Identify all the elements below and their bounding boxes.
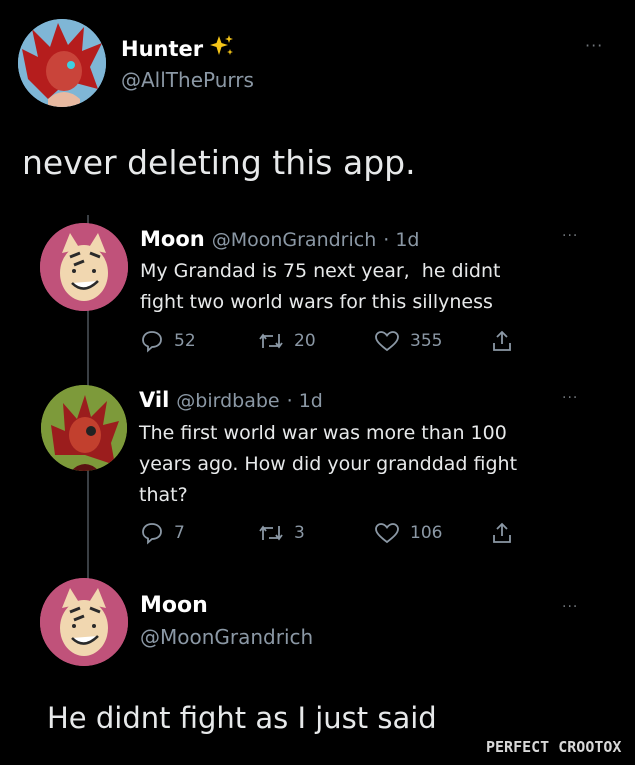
- reply-icon: [142, 523, 162, 545]
- reply2-reply-button[interactable]: 7: [140, 521, 185, 545]
- avatar-moon-focused-image: [40, 578, 128, 666]
- reply2-retweet-count: 3: [294, 523, 305, 543]
- reply1-reply-button[interactable]: 52: [140, 329, 196, 353]
- reply2-share-button[interactable]: [490, 521, 514, 545]
- reply1-time[interactable]: · 1d: [383, 229, 419, 251]
- reply1-like-button[interactable]: 355: [374, 329, 442, 353]
- avatar-moon[interactable]: [40, 223, 128, 311]
- reply1-text: My Grandad is 75 next year, he didnt fig…: [140, 256, 500, 318]
- reply2-line1: The first world war was more than 100: [139, 422, 507, 444]
- reply1-header: Moon @MoonGrandrich · 1d: [140, 227, 419, 251]
- avatar-vil[interactable]: [41, 385, 127, 471]
- reply2-line2: years ago. How did your granddad fight: [139, 453, 518, 475]
- reply1-reply-count: 52: [174, 331, 196, 351]
- display-name-text[interactable]: Hunter: [121, 37, 203, 61]
- reply2-retweet-button[interactable]: 3: [258, 521, 305, 545]
- more-options-icon[interactable]: ···: [585, 36, 603, 55]
- reply1-line1: My Grandad is 75 next year, he didnt: [140, 260, 501, 282]
- reply1-like-count: 355: [410, 331, 443, 351]
- reply1-more-icon[interactable]: ···: [562, 228, 578, 244]
- reply1-handle[interactable]: @MoonGrandrich: [212, 229, 377, 251]
- reply-icon: [142, 331, 162, 353]
- reply1-line2: fight two world wars for this sillyness: [140, 291, 493, 313]
- reply2-actions: 7 3 106: [140, 521, 520, 547]
- sparkles-icon: [209, 34, 235, 63]
- avatar-moon-image: [40, 223, 128, 311]
- reply2-like-count: 106: [410, 523, 443, 543]
- share-icon: [493, 330, 511, 351]
- reply1-share-button[interactable]: [490, 329, 514, 353]
- reply2-reply-count: 7: [174, 523, 185, 543]
- reply2-name[interactable]: Vil: [139, 388, 169, 412]
- reply2-text: The first world war was more than 100 ye…: [139, 418, 517, 511]
- retweet-icon: [259, 525, 283, 541]
- retweet-icon: [259, 333, 283, 349]
- handle[interactable]: @AllThePurrs: [121, 68, 254, 92]
- tweet-text: never deleting this app.: [22, 143, 416, 182]
- heart-icon: [375, 331, 399, 352]
- watermark: PERFECT CROOTOX: [486, 738, 622, 756]
- avatar-hunter[interactable]: [18, 19, 106, 107]
- reply2-header: Vil @birdbabe · 1d: [139, 388, 323, 412]
- avatar-vil-image: [41, 385, 127, 471]
- reply1-name[interactable]: Moon: [140, 227, 205, 251]
- reply1-retweet-count: 20: [294, 331, 316, 351]
- reply2-line3: that?: [139, 484, 188, 506]
- reply2-like-button[interactable]: 106: [374, 521, 442, 545]
- reply3-more-icon[interactable]: ···: [562, 599, 578, 615]
- reply2-handle[interactable]: @birdbabe: [176, 390, 279, 412]
- avatar-hunter-image: [18, 19, 106, 107]
- share-icon: [493, 522, 511, 543]
- reply3-text: He didnt fight as I just said: [47, 701, 437, 735]
- reply2-time[interactable]: · 1d: [287, 390, 323, 412]
- reply2-more-icon[interactable]: ···: [562, 390, 578, 406]
- heart-icon: [375, 523, 399, 544]
- reply3-handle[interactable]: @MoonGrandrich: [140, 625, 313, 649]
- reply1-actions: 52 20 355: [140, 329, 520, 355]
- display-name[interactable]: Hunter: [121, 34, 235, 63]
- reply1-retweet-button[interactable]: 20: [258, 329, 316, 353]
- reply3-name[interactable]: Moon: [140, 593, 208, 618]
- avatar-moon-focused[interactable]: [40, 578, 128, 666]
